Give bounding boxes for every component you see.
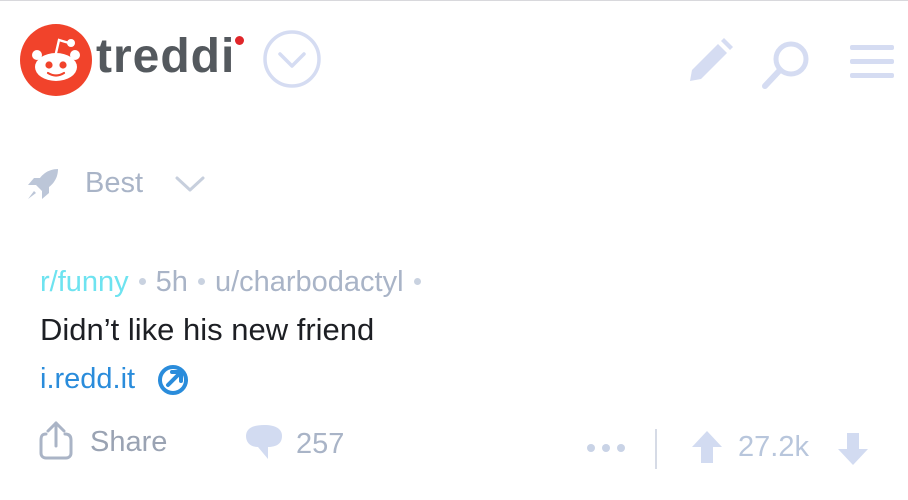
upvote-arrow-icon[interactable] xyxy=(690,429,724,465)
post-age: 5h xyxy=(155,266,188,298)
meta-separator xyxy=(413,277,421,285)
app-header: treddi xyxy=(0,1,908,111)
meta-separator xyxy=(138,277,146,285)
pencil-icon[interactable] xyxy=(682,35,736,89)
app-name: treddi xyxy=(96,27,244,87)
share-label[interactable]: Share xyxy=(90,425,167,459)
vote-score: 27.2k xyxy=(738,431,809,463)
meta-separator xyxy=(197,277,205,285)
post-title[interactable]: Didn’t like his new friend xyxy=(40,312,374,348)
external-link-icon[interactable] xyxy=(156,363,190,397)
chevron-down-icon[interactable] xyxy=(174,173,206,195)
hamburger-menu-icon[interactable] xyxy=(848,41,896,83)
rocket-icon xyxy=(28,169,58,199)
subreddit-link[interactable]: r/funny xyxy=(40,266,129,298)
brand-dot xyxy=(235,36,244,45)
share-icon[interactable] xyxy=(38,420,74,460)
author-link[interactable]: u/charbodactyl xyxy=(215,266,404,298)
app-name-text: treddi xyxy=(96,30,236,83)
sort-label[interactable]: Best xyxy=(85,167,143,199)
vote-divider xyxy=(655,429,657,469)
post-domain-link[interactable]: i.redd.it xyxy=(40,362,135,396)
comment-bubble-icon[interactable] xyxy=(242,422,286,464)
chevron-circle-icon[interactable] xyxy=(262,29,322,89)
more-dots-icon[interactable] xyxy=(586,443,626,453)
reddit-logo-icon[interactable] xyxy=(18,24,94,96)
post-meta: r/funny 5h u/charbodactyl xyxy=(40,265,431,299)
search-icon[interactable] xyxy=(758,35,816,93)
comment-count[interactable]: 257 xyxy=(296,427,344,461)
downvote-arrow-icon[interactable] xyxy=(836,431,870,467)
